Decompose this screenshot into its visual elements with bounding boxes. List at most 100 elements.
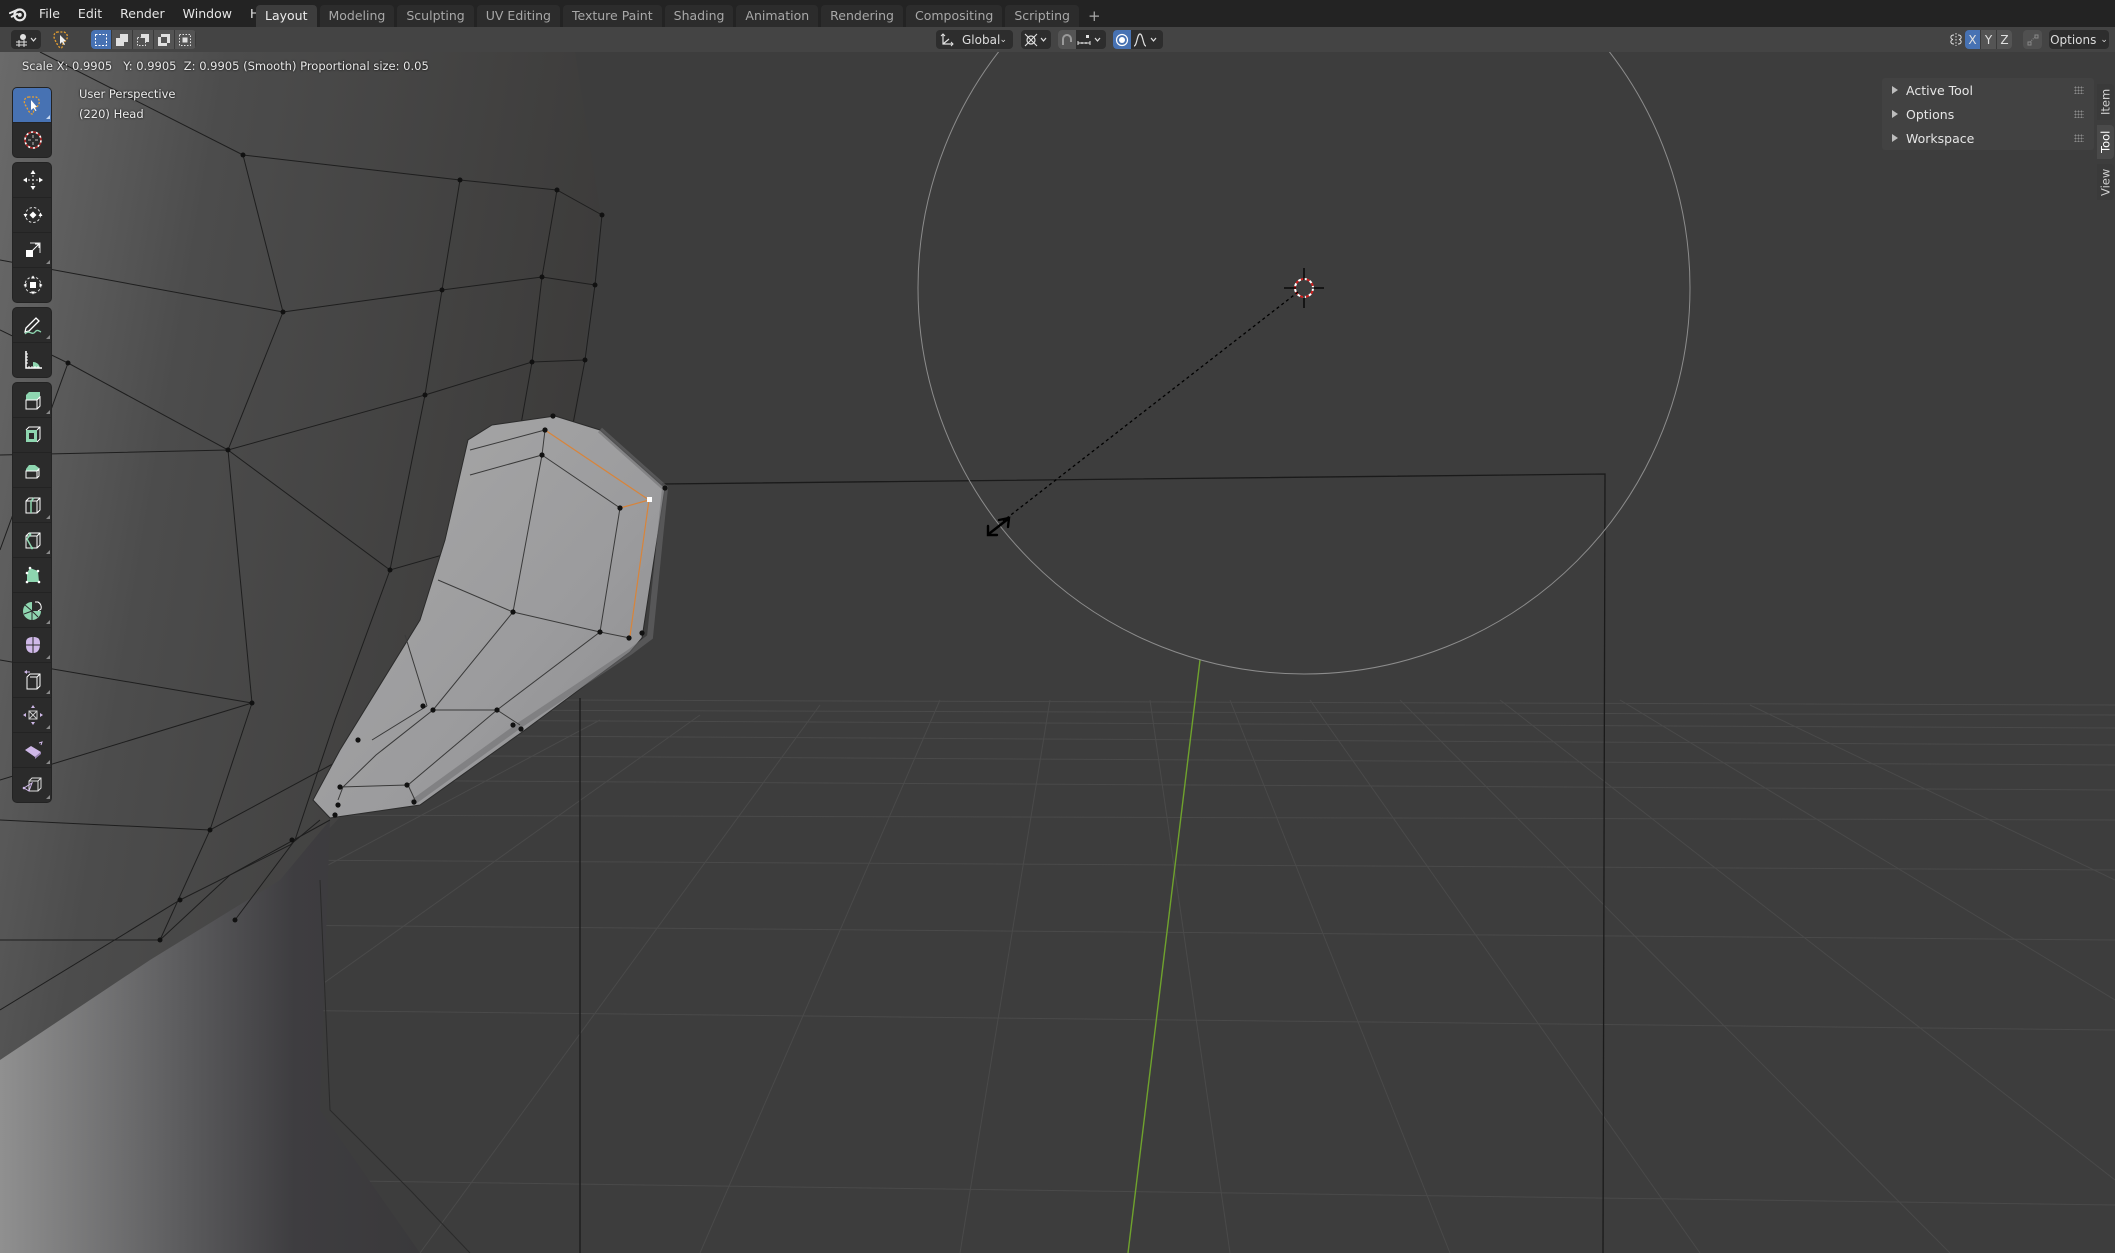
sidebar-tabs: Item Tool View <box>2097 84 2115 205</box>
tab-rendering[interactable]: Rendering <box>821 5 903 27</box>
loop-cut-icon <box>25 497 41 514</box>
move-icon <box>23 170 43 190</box>
transform-orientation-value: Global <box>962 32 1001 47</box>
tool-bevel[interactable] <box>13 453 51 488</box>
sidebar-tab-item[interactable]: Item <box>2097 84 2114 120</box>
shrink-fatten-icon <box>23 705 43 725</box>
tool-shear[interactable] <box>13 733 51 768</box>
menu-file[interactable]: File <box>30 6 69 21</box>
snap-group <box>1058 30 1106 49</box>
lasso-select-icon[interactable] <box>51 29 73 50</box>
y-axis-line <box>1127 659 1201 1253</box>
auto-merge-toggle[interactable] <box>2023 30 2042 49</box>
tool-extrude-region[interactable] <box>13 383 51 418</box>
smooth-vertices-icon <box>26 637 40 653</box>
inset-faces-icon <box>25 426 41 443</box>
panel-active-tool-label: Active Tool <box>1906 82 1973 98</box>
tool-scale[interactable] <box>13 233 51 268</box>
tab-animation[interactable]: Animation <box>736 5 819 27</box>
measure-icon <box>25 351 42 369</box>
camera-frame <box>579 473 1606 1253</box>
select-difference-button[interactable] <box>154 30 175 49</box>
proportional-edit-group <box>1113 30 1163 49</box>
scale-icon <box>26 242 41 257</box>
tool-cursor[interactable] <box>13 123 51 157</box>
snap-toggle[interactable] <box>1058 30 1076 49</box>
mirror-options-icon[interactable] <box>1949 32 1963 47</box>
tool-spin[interactable] <box>13 593 51 628</box>
tab-shading[interactable]: Shading <box>664 5 734 27</box>
view-name-label: User Perspective <box>79 87 176 101</box>
menu-render[interactable]: Render <box>111 6 174 21</box>
options-dropdown[interactable]: Options ⌄ <box>2049 30 2109 49</box>
panel-workspace[interactable]: Workspace <box>1882 126 2094 150</box>
knife-icon <box>25 532 41 550</box>
transform-orientation-dropdown[interactable]: Global ⌄ <box>936 30 1013 49</box>
sidebar-tab-tool[interactable]: Tool <box>2097 125 2114 159</box>
smooth-falloff-icon[interactable] <box>1131 32 1161 47</box>
chevron-down-icon: ⌄ <box>2100 34 2108 45</box>
tab-layout[interactable]: Layout <box>256 5 317 27</box>
tool-shrink-fatten[interactable] <box>13 698 51 733</box>
select-intersect-button[interactable] <box>175 30 196 49</box>
floor-grid <box>249 699 2115 1253</box>
tool-move[interactable] <box>13 163 51 198</box>
tool-knife[interactable] <box>13 523 51 558</box>
panel-workspace-label: Workspace <box>1906 130 1975 146</box>
select-extend-button[interactable] <box>112 30 133 49</box>
panel-options-label: Options <box>1906 106 1955 122</box>
tool-annotate[interactable] <box>13 308 51 343</box>
tool-inset-faces[interactable] <box>13 418 51 453</box>
tool-poly-build[interactable] <box>13 558 51 593</box>
add-workspace-button[interactable]: + <box>1082 5 1107 27</box>
options-label: Options <box>2050 32 2097 47</box>
active-vertex <box>647 497 652 502</box>
tab-texture-paint[interactable]: Texture Paint <box>562 5 662 27</box>
editor-type-button[interactable] <box>11 30 41 49</box>
pivot-point-icon <box>1024 33 1047 46</box>
sidebar-tab-view[interactable]: View <box>2097 164 2114 200</box>
tab-compositing[interactable]: Compositing <box>906 5 1003 27</box>
snap-magnet-icon <box>1062 33 1072 45</box>
select-new-button[interactable] <box>91 30 112 49</box>
viewport-scene <box>0 52 2115 1253</box>
drag-grip-icon[interactable] <box>2074 110 2084 118</box>
tool-rotate[interactable] <box>13 198 51 233</box>
3d-cursor-icon <box>1284 268 1324 308</box>
disclosure-triangle-icon <box>1892 110 1898 118</box>
object-info-label: (220) Head <box>79 107 144 121</box>
tab-sculpting[interactable]: Sculpting <box>397 5 474 27</box>
panel-active-tool[interactable]: Active Tool <box>1882 78 2094 102</box>
proportional-edit-icon <box>1115 33 1129 46</box>
tool-measure[interactable] <box>13 343 51 377</box>
top-menu-bar: File Edit Render Window Help Layout Mode… <box>0 0 2115 27</box>
annotate-pencil-icon <box>24 317 42 335</box>
blender-logo-icon[interactable] <box>9 5 27 23</box>
mirror-x-toggle[interactable]: X <box>1965 30 1981 49</box>
drag-grip-icon[interactable] <box>2074 86 2084 94</box>
rotate-icon <box>23 207 43 223</box>
tool-smooth[interactable] <box>13 628 51 663</box>
bevel-icon <box>25 465 40 479</box>
tool-transform[interactable] <box>13 268 51 302</box>
proportional-edit-toggle[interactable] <box>1113 30 1131 49</box>
select-subtract-button[interactable] <box>133 30 154 49</box>
mirror-y-toggle[interactable]: Y <box>1981 30 1997 49</box>
panel-options[interactable]: Options <box>1882 102 2094 126</box>
3d-viewport[interactable]: Scale X: 0.9905 Y: 0.9905 Z: 0.9905 (Smo… <box>0 52 2115 1253</box>
drag-grip-icon[interactable] <box>2074 134 2084 142</box>
cursor-icon <box>24 131 42 149</box>
viewport-header: Global ⌄ X Y Z Options ⌄ <box>0 27 2115 52</box>
tool-rip-region[interactable] <box>13 768 51 802</box>
tab-modeling[interactable]: Modeling <box>319 5 395 27</box>
tab-scripting[interactable]: Scripting <box>1005 5 1079 27</box>
snap-increment-icon[interactable] <box>1076 33 1104 47</box>
mirror-z-toggle[interactable]: Z <box>1997 30 2012 49</box>
menu-window[interactable]: Window <box>174 6 241 21</box>
tab-uv-editing[interactable]: UV Editing <box>476 5 560 27</box>
menu-edit[interactable]: Edit <box>69 6 111 21</box>
pivot-point-dropdown[interactable] <box>1021 30 1051 49</box>
tool-loop-cut[interactable] <box>13 488 51 523</box>
tool-edge-slide[interactable] <box>13 663 51 698</box>
tool-select-lasso[interactable] <box>13 88 51 123</box>
